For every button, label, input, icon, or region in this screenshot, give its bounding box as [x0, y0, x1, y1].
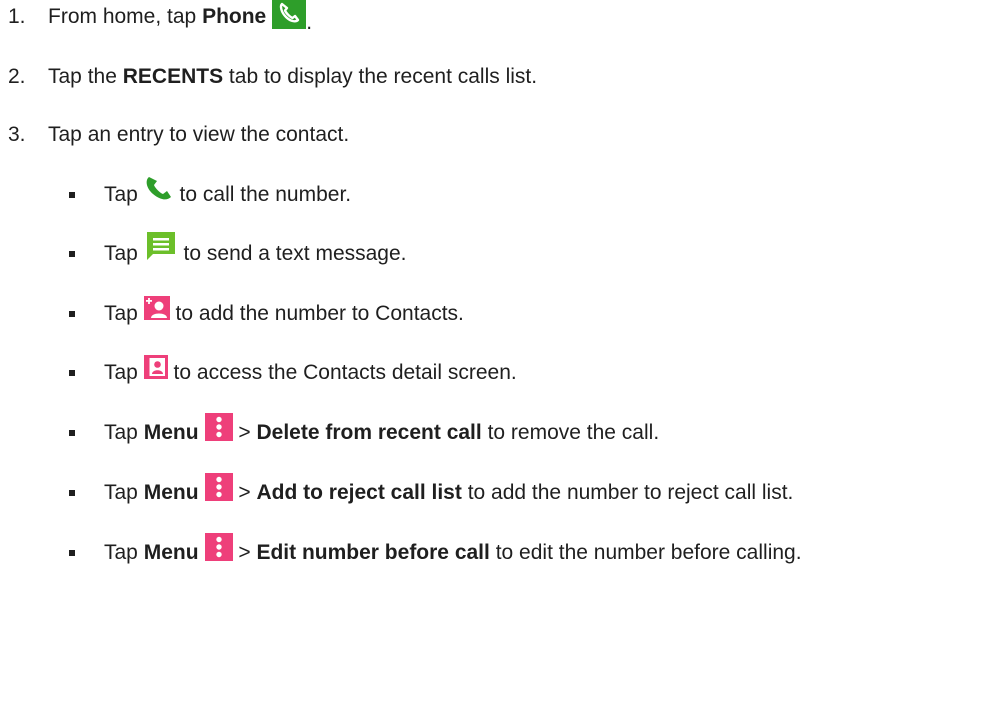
step-3: 3. Tap an entry to view the contact.	[8, 120, 349, 150]
menu-icon	[204, 473, 233, 501]
separator: >	[232, 481, 257, 504]
step-text: Tap the	[48, 65, 123, 88]
bullet-marker	[69, 370, 75, 376]
option-label: Add to reject call list	[256, 481, 462, 504]
option-label: Delete from recent call	[256, 421, 482, 444]
contact-card-icon	[143, 355, 168, 379]
bullet-message: Tap to send a text message.	[104, 232, 407, 269]
bullet-text-end: to access the Contacts detail screen.	[167, 361, 517, 384]
recents-label: RECENTS	[122, 65, 224, 88]
bullet-contact-detail: Tap to access the Contacts detail screen…	[104, 355, 517, 388]
bullet-text: Tap	[104, 361, 144, 384]
bullet-marker	[69, 550, 75, 556]
bullet-call: Tap to call the number.	[104, 177, 352, 210]
bullet-text-end: to add the number to reject call list.	[461, 481, 794, 504]
menu-icon	[204, 413, 233, 441]
bullet-reject-list: Tap Menu > Add to reject call list to ad…	[104, 473, 794, 508]
step-1: 1. From home, tap Phone .	[8, 0, 312, 34]
step-2: 2. Tap the RECENTS tab to display the re…	[8, 62, 537, 92]
menu-label: Menu	[143, 541, 199, 564]
bullet-marker	[69, 192, 75, 198]
step-text-end: .	[306, 11, 313, 34]
bullet-marker	[69, 430, 75, 436]
bullet-marker	[69, 490, 75, 496]
bullet-text-end: to edit the number before calling.	[489, 541, 802, 564]
bullet-text: Tap	[104, 242, 144, 265]
bullet-text-end: to remove the call.	[481, 421, 660, 444]
bullet-add-contact: Tap to add the number to Contacts.	[104, 296, 464, 329]
phone-app-icon	[272, 0, 307, 29]
bullet-text: Tap	[104, 541, 144, 564]
step-number: 3.	[8, 123, 26, 146]
bullet-marker	[69, 311, 75, 317]
add-contact-icon	[143, 296, 170, 320]
bullet-text-end: to send a text message.	[177, 242, 407, 265]
step-number: 1.	[8, 5, 26, 28]
bullet-text: Tap	[104, 302, 144, 325]
step-text-end: tab to display the recent calls list.	[223, 65, 538, 88]
phone-call-icon	[144, 175, 174, 203]
bullet-text-end: to call the number.	[173, 183, 352, 206]
step-text: Tap an entry to view the contact.	[48, 123, 350, 146]
bullet-text: Tap	[104, 481, 144, 504]
menu-label: Menu	[143, 481, 199, 504]
phone-label: Phone	[202, 5, 267, 28]
bullet-text-end: to add the number to Contacts.	[169, 302, 464, 325]
menu-label: Menu	[143, 421, 199, 444]
bullet-edit-number: Tap Menu > Edit number before call to ed…	[104, 533, 802, 568]
message-icon	[144, 230, 178, 262]
menu-icon	[204, 533, 233, 561]
option-label: Edit number before call	[256, 541, 490, 564]
step-text: From home, tap	[48, 5, 203, 28]
bullet-text: Tap	[104, 421, 144, 444]
bullet-marker	[69, 251, 75, 257]
separator: >	[232, 541, 257, 564]
bullet-delete-recent: Tap Menu > Delete from recent call to re…	[104, 413, 660, 448]
separator: >	[232, 421, 257, 444]
bullet-text: Tap	[104, 183, 144, 206]
step-number: 2.	[8, 65, 26, 88]
